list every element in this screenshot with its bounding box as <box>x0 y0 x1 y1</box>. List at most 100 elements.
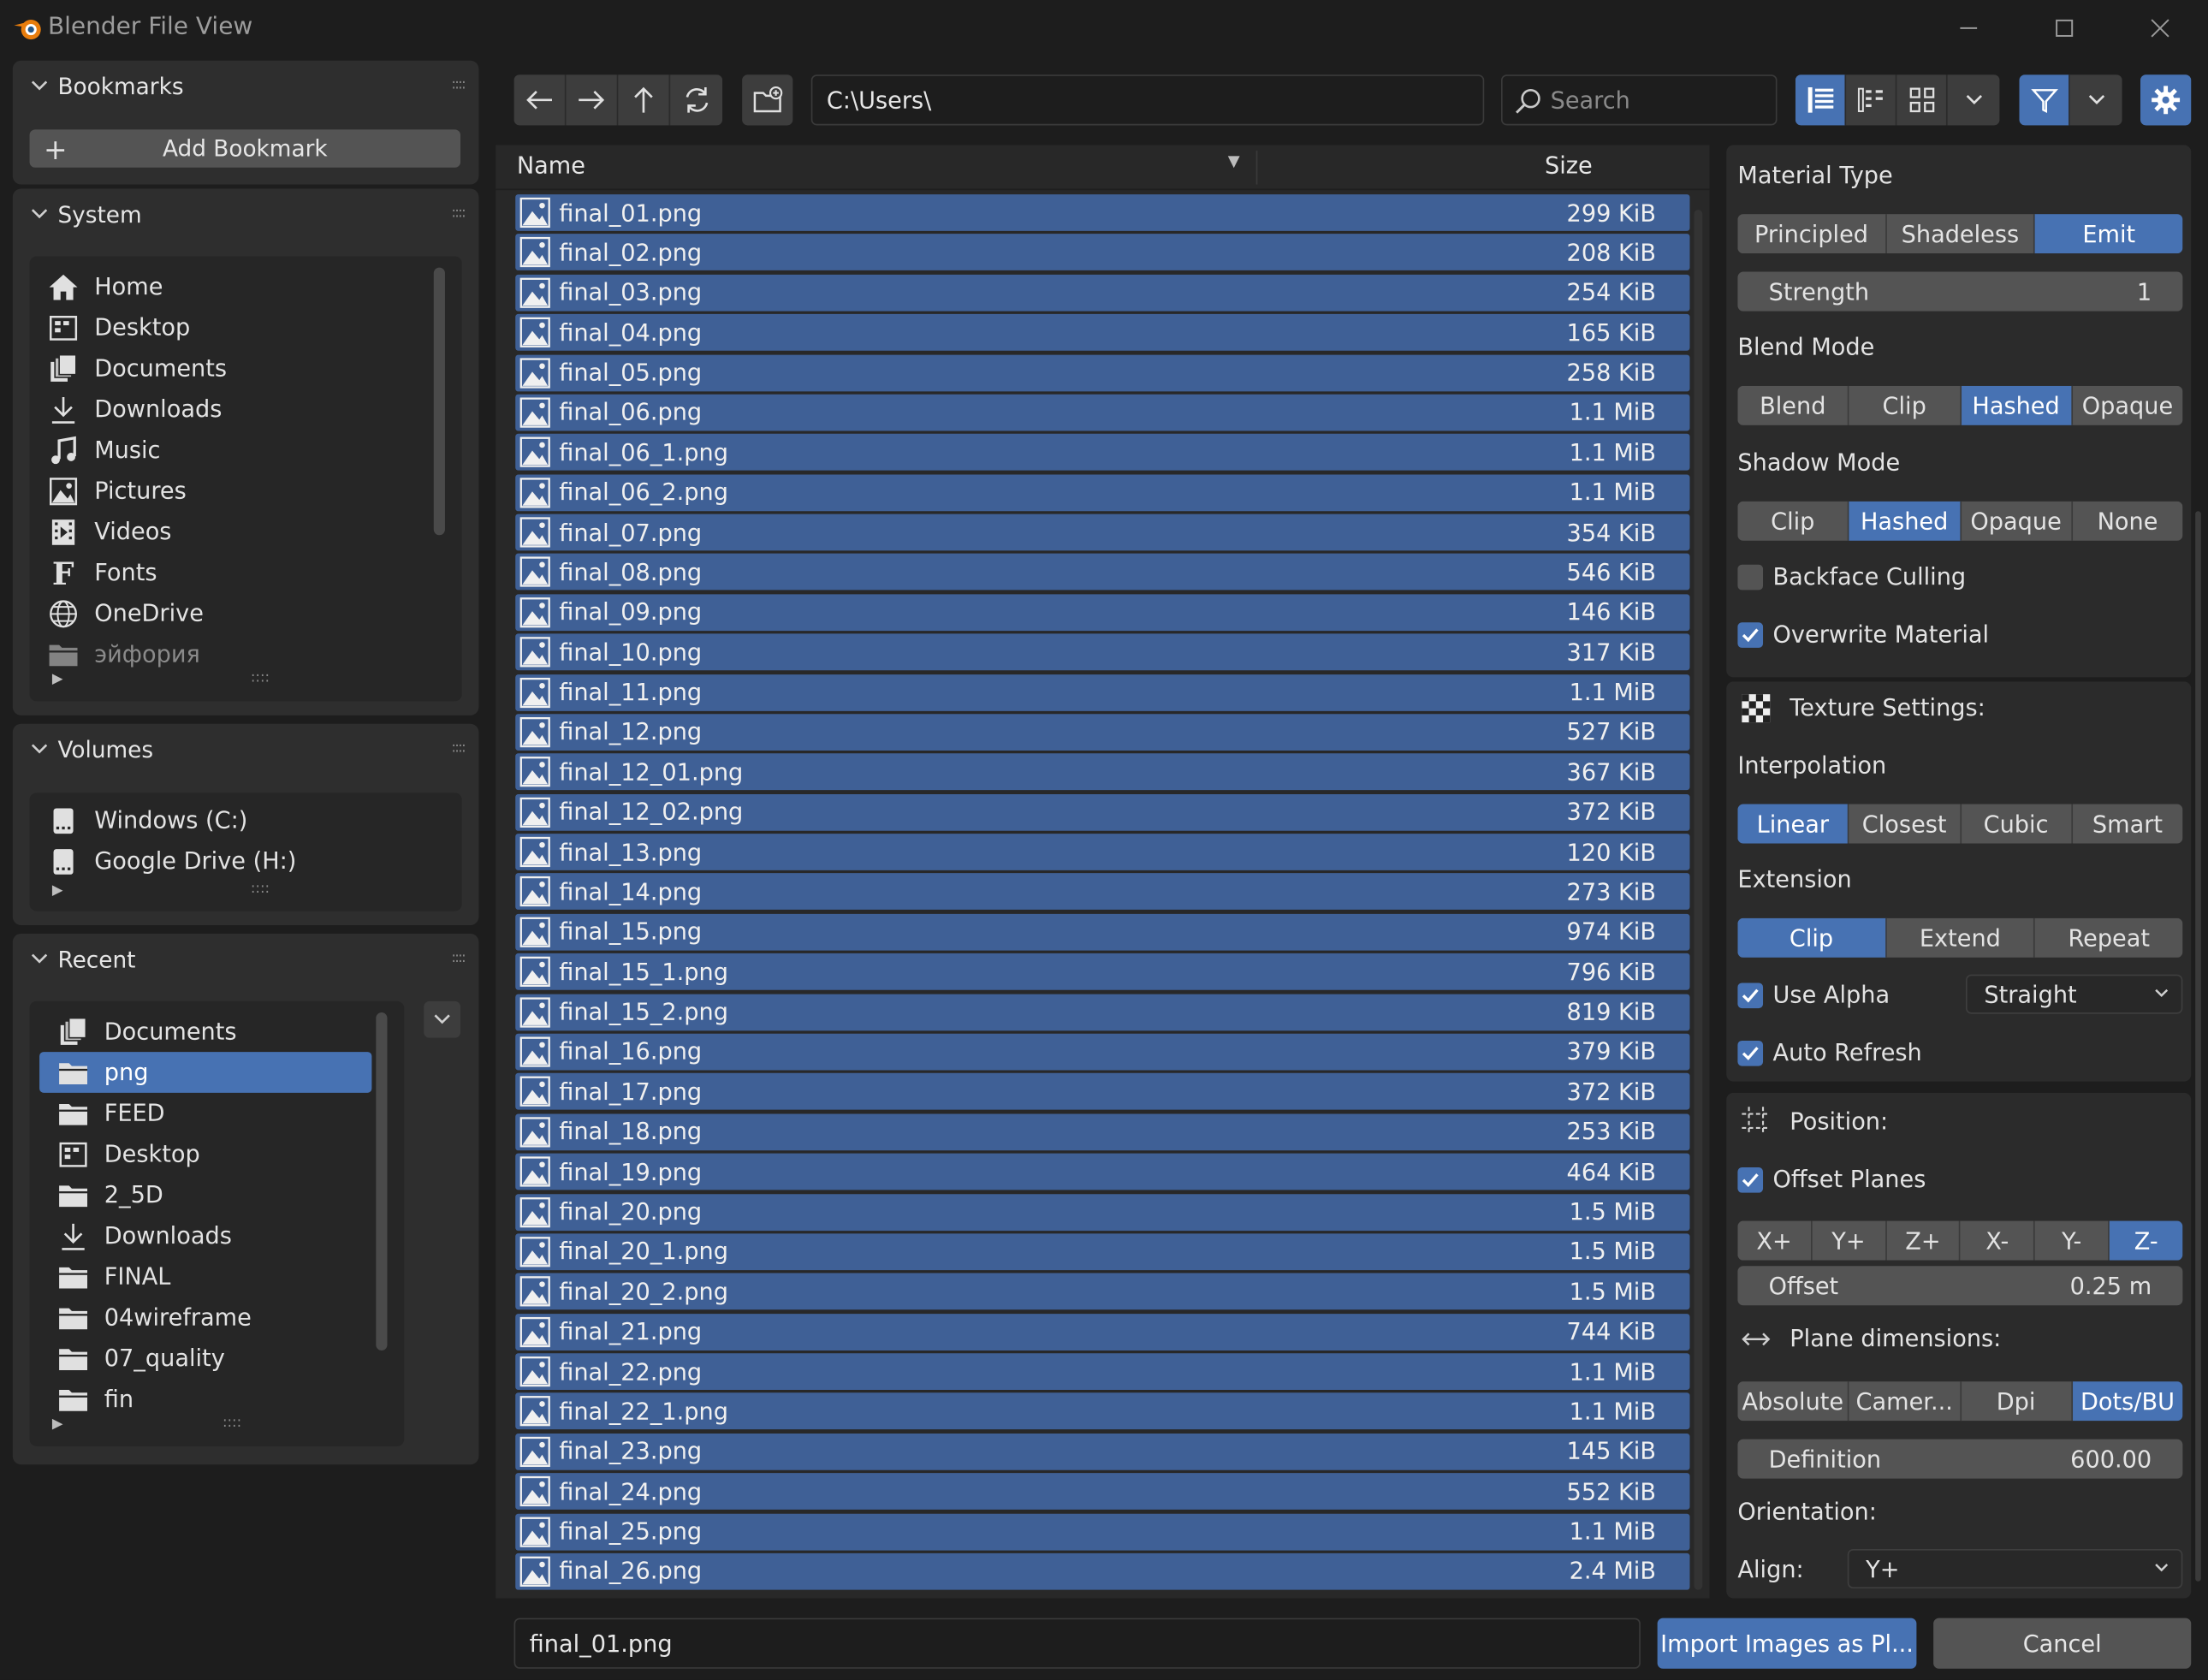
resize-grip-icon[interactable]: :::: <box>223 1416 241 1431</box>
blend-option-blend[interactable]: Blend <box>1737 385 1849 425</box>
sidebar-item-home[interactable]: Home <box>30 266 438 307</box>
file-row[interactable]: final_26.png 2.4 MiB <box>515 1552 1690 1590</box>
scrollbar[interactable] <box>1694 210 1703 1590</box>
sort-descending-icon[interactable]: ▼ <box>1228 152 1240 170</box>
file-row[interactable]: final_06.png 1.1 MiB <box>515 394 1690 431</box>
chevron-down-icon[interactable] <box>1947 74 2000 126</box>
file-row[interactable]: final_01.png 299 KiB <box>515 194 1690 231</box>
blend-option-hashed[interactable]: Hashed <box>1961 385 2073 425</box>
file-row[interactable]: final_20.png 1.5 MiB <box>515 1193 1690 1231</box>
scrollbar[interactable] <box>2195 511 2201 1582</box>
extension-option-repeat[interactable]: Repeat <box>2035 917 2183 958</box>
file-row[interactable]: final_09.png 146 KiB <box>515 594 1690 631</box>
material-option-shadeless[interactable]: Shadeless <box>1886 214 2036 254</box>
recent-item-desktop[interactable]: Desktop <box>39 1134 371 1175</box>
recent-header[interactable]: Recent <box>13 934 479 984</box>
file-row[interactable]: final_03.png 254 KiB <box>515 274 1690 312</box>
backface-culling-checkbox[interactable]: Backface Culling <box>1737 563 1966 590</box>
file-row[interactable]: final_18.png 253 KiB <box>515 1113 1690 1150</box>
parent-directory-icon[interactable] <box>618 74 671 126</box>
drag-handle-icon[interactable]: :::: <box>451 77 466 92</box>
file-row[interactable]: final_12.png 527 KiB <box>515 714 1690 751</box>
filter-icon[interactable] <box>2019 74 2070 126</box>
settings-button[interactable] <box>2140 74 2192 126</box>
sidebar-item-documents[interactable]: Documents <box>30 347 438 389</box>
system-header[interactable]: System <box>13 188 479 239</box>
recent-item-downloads[interactable]: Downloads <box>39 1215 371 1256</box>
recent-item-2-5d[interactable]: 2_5D <box>39 1174 371 1215</box>
file-row[interactable]: final_08.png 546 KiB <box>515 554 1690 591</box>
recent-item-fin[interactable]: fin <box>39 1379 371 1420</box>
search-input[interactable]: Search <box>1500 74 1778 126</box>
column-divider[interactable] <box>1255 151 1258 185</box>
file-row[interactable]: final_02.png 208 KiB <box>515 234 1690 271</box>
back-arrow-icon[interactable] <box>513 74 567 126</box>
resize-grip-icon[interactable]: :::: <box>251 882 270 897</box>
recent-item-documents[interactable]: Documents <box>39 1011 371 1052</box>
sidebar-item-fonts[interactable]: F Fonts <box>30 552 438 593</box>
expand-arrow-icon[interactable]: ▶ <box>52 672 63 687</box>
file-row[interactable]: final_07.png 354 KiB <box>515 513 1690 551</box>
interpolation-option-linear[interactable]: Linear <box>1737 804 1849 844</box>
recent-item-feed[interactable]: FEED <box>39 1093 371 1134</box>
sidebar-item-downloads[interactable]: Downloads <box>30 389 438 430</box>
file-row[interactable]: final_16.png 379 KiB <box>515 1033 1690 1071</box>
sidebar-item-videos[interactable]: Videos <box>30 511 438 552</box>
thumbnails-icon[interactable] <box>1896 74 1948 126</box>
sidebar-item-onedrive[interactable]: OneDrive <box>30 593 438 634</box>
filename-field[interactable]: final_01.png <box>513 1618 1641 1669</box>
recent-item-07-quality[interactable]: 07_quality <box>39 1338 371 1379</box>
recent-item-png[interactable]: png <box>39 1052 372 1093</box>
import-button[interactable]: Import Images as Pl... <box>1657 1618 1917 1669</box>
file-row[interactable]: final_06_2.png 1.1 MiB <box>515 473 1690 511</box>
new-folder-button[interactable] <box>742 74 793 126</box>
file-row[interactable]: final_10.png 317 KiB <box>515 633 1690 671</box>
auto-refresh-checkbox[interactable]: Auto Refresh <box>1737 1039 1922 1066</box>
add-bookmark-button[interactable]: + Add Bookmark <box>29 129 461 168</box>
size-column-header[interactable]: Size <box>1545 152 1593 179</box>
name-column-header[interactable]: Name <box>517 152 585 179</box>
drag-handle-icon[interactable]: :::: <box>451 205 466 221</box>
horizontal-list-icon[interactable] <box>1846 74 1897 126</box>
file-row[interactable]: final_04.png 165 KiB <box>515 314 1690 351</box>
sidebar-item-эйфория[interactable]: эйфория <box>30 633 438 674</box>
file-row[interactable]: final_24.png 552 KiB <box>515 1473 1690 1511</box>
overwrite-material-checkbox[interactable]: Overwrite Material <box>1737 621 1989 648</box>
use-alpha-checkbox[interactable]: Use Alpha <box>1737 982 1890 1008</box>
sidebar-item-desktop[interactable]: Desktop <box>30 307 438 348</box>
material-option-principled[interactable]: Principled <box>1737 214 1887 254</box>
axis-option-x-[interactable]: X+ <box>1737 1220 1813 1261</box>
file-row[interactable]: final_20_1.png 1.5 MiB <box>515 1233 1690 1270</box>
size-mode-option-dots-bu[interactable]: Dots/BU <box>2072 1381 2183 1422</box>
strength-slider[interactable]: Strength 1 <box>1737 271 2183 312</box>
resize-grip-icon[interactable]: :::: <box>251 670 270 686</box>
bookmarks-header[interactable]: Bookmarks <box>13 61 479 111</box>
minimize-icon[interactable] <box>1920 0 2016 56</box>
volumes-header[interactable]: Volumes <box>13 724 479 775</box>
axis-option-y-[interactable]: Y- <box>2035 1220 2110 1261</box>
blend-option-opaque[interactable]: Opaque <box>2072 385 2183 425</box>
axis-option-x-[interactable]: X- <box>1961 1220 2036 1261</box>
expand-arrow-icon[interactable]: ▶ <box>52 1416 63 1432</box>
forward-arrow-icon[interactable] <box>566 74 619 126</box>
recent-item-final[interactable]: FINAL <box>39 1256 371 1297</box>
sidebar-item-music[interactable]: Music <box>30 430 438 471</box>
close-icon[interactable] <box>2112 0 2208 56</box>
axis-option-z-[interactable]: Z+ <box>1886 1220 1962 1261</box>
file-row[interactable]: final_12_02.png 372 KiB <box>515 793 1690 831</box>
drag-handle-icon[interactable]: :::: <box>451 740 466 756</box>
drag-handle-icon[interactable]: :::: <box>451 951 466 966</box>
file-row[interactable]: final_15_1.png 796 KiB <box>515 953 1690 991</box>
extension-option-clip[interactable]: Clip <box>1737 917 1887 958</box>
size-mode-option-absolute[interactable]: Absolute <box>1737 1381 1849 1422</box>
cancel-button[interactable]: Cancel <box>1933 1618 2192 1669</box>
recent-item-04wireframe[interactable]: 04wireframe <box>39 1297 371 1338</box>
offset-slider[interactable]: Offset 0.25 m <box>1737 1266 2183 1306</box>
path-field[interactable]: C:\Users\ <box>810 74 1485 126</box>
file-row[interactable]: final_19.png 464 KiB <box>515 1153 1690 1190</box>
definition-slider[interactable]: Definition 600.00 <box>1737 1439 2183 1479</box>
recent-options-dropdown[interactable] <box>424 1000 461 1038</box>
file-row[interactable]: final_05.png 258 KiB <box>515 353 1690 391</box>
refresh-icon[interactable] <box>670 74 723 126</box>
axis-option-y-[interactable]: Y+ <box>1812 1220 1887 1261</box>
